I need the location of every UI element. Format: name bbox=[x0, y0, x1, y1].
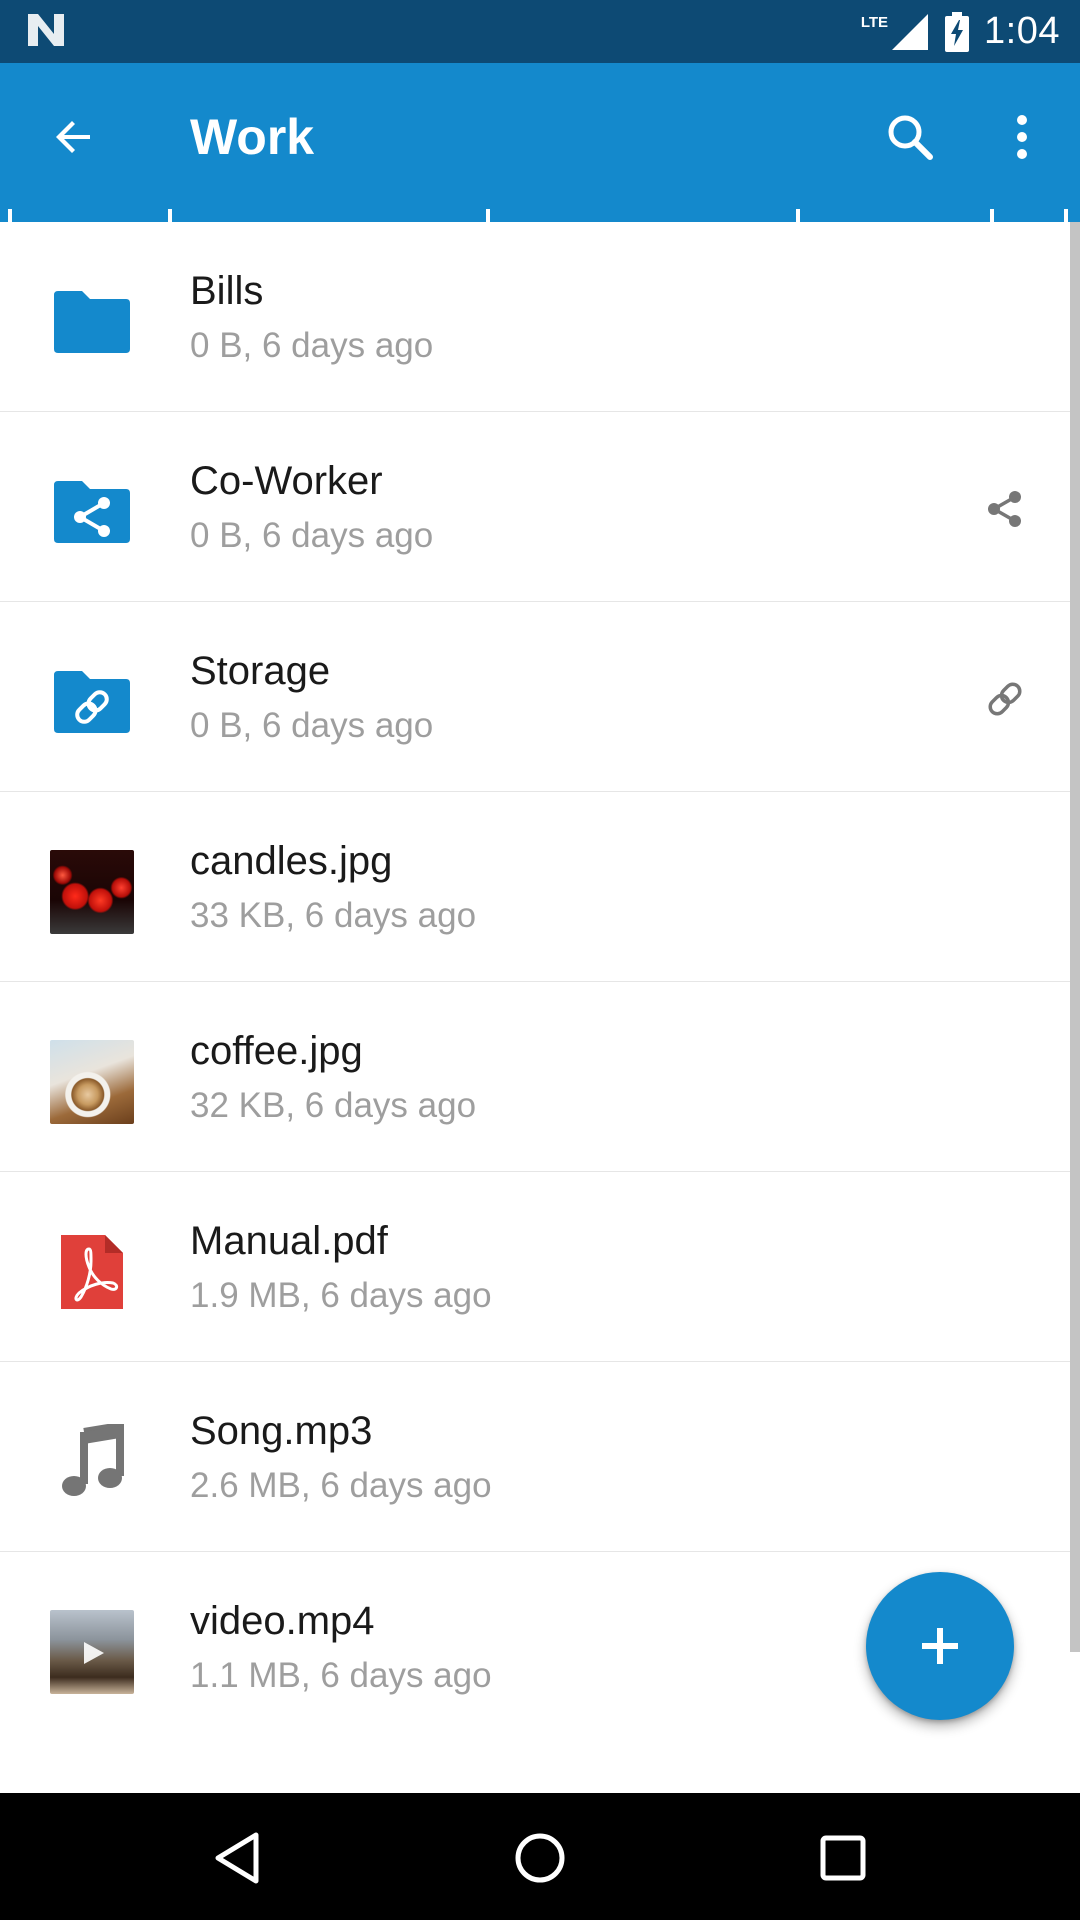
search-button[interactable] bbox=[880, 107, 940, 167]
list-item[interactable]: candles.jpg 33 KB, 6 days ago bbox=[0, 792, 1070, 982]
share-icon bbox=[988, 491, 1021, 527]
plus-icon bbox=[922, 1628, 958, 1664]
file-meta: 32 KB, 6 days ago bbox=[190, 1086, 477, 1125]
pdf-icon bbox=[50, 1230, 134, 1314]
file-name: video.mp4 bbox=[190, 1599, 375, 1643]
file-name: Song.mp3 bbox=[190, 1409, 373, 1453]
app-bar-tick bbox=[1064, 209, 1068, 222]
more-options-button[interactable] bbox=[1000, 107, 1044, 167]
video-thumbnail bbox=[50, 1610, 134, 1694]
list-item[interactable]: coffee.jpg 32 KB, 6 days ago bbox=[0, 982, 1070, 1172]
back-button[interactable] bbox=[44, 107, 104, 167]
screen: LTE 1:04 Work Bills 0 B, 6 days ago Co-W… bbox=[0, 0, 1080, 1920]
scrollbar[interactable] bbox=[1070, 222, 1080, 1652]
nav-home-button[interactable] bbox=[505, 1823, 575, 1893]
file-name: candles.jpg bbox=[190, 839, 393, 883]
file-meta: 0 B, 6 days ago bbox=[190, 326, 434, 365]
list-item[interactable]: Storage 0 B, 6 days ago bbox=[0, 602, 1070, 792]
file-meta: 0 B, 6 days ago bbox=[190, 516, 434, 555]
play-icon bbox=[84, 1642, 104, 1664]
status-time: 1:04 bbox=[984, 10, 1060, 52]
file-meta: 1.1 MB, 6 days ago bbox=[190, 1656, 492, 1695]
list-item[interactable]: Song.mp3 2.6 MB, 6 days ago bbox=[0, 1362, 1070, 1552]
network-type-label: LTE bbox=[860, 14, 889, 31]
file-meta: 1.9 MB, 6 days ago bbox=[190, 1276, 492, 1315]
file-name: Bills bbox=[190, 269, 264, 313]
arrow-back-icon bbox=[56, 121, 90, 153]
search-icon bbox=[888, 115, 933, 160]
file-name: Storage bbox=[190, 649, 331, 693]
link-icon bbox=[988, 682, 1022, 716]
app-bar-tick bbox=[990, 209, 994, 222]
file-meta: 33 KB, 6 days ago bbox=[190, 896, 477, 935]
status-bar: LTE 1:04 bbox=[0, 0, 1080, 63]
list-item[interactable]: Bills 0 B, 6 days ago bbox=[0, 222, 1070, 412]
link-button[interactable] bbox=[978, 672, 1032, 726]
page-title: Work bbox=[190, 109, 315, 165]
nav-back-button[interactable] bbox=[202, 1823, 272, 1893]
music-note-icon bbox=[50, 1420, 134, 1504]
list-item[interactable]: Manual.pdf 1.9 MB, 6 days ago bbox=[0, 1172, 1070, 1362]
file-meta: 0 B, 6 days ago bbox=[190, 706, 434, 745]
file-meta: 2.6 MB, 6 days ago bbox=[190, 1466, 492, 1505]
navigation-bar bbox=[0, 1793, 1080, 1920]
signal-icon bbox=[892, 13, 929, 50]
app-bar-tick bbox=[168, 209, 172, 222]
app-bar: Work bbox=[0, 63, 1080, 222]
linked-folder-icon bbox=[50, 660, 134, 744]
candles-thumbnail bbox=[50, 850, 134, 934]
nav-back-icon bbox=[215, 1832, 259, 1884]
file-name: coffee.jpg bbox=[190, 1029, 363, 1073]
list-item[interactable]: Co-Worker 0 B, 6 days ago bbox=[0, 412, 1070, 602]
file-name: Co-Worker bbox=[190, 459, 383, 503]
file-name: Manual.pdf bbox=[190, 1219, 388, 1263]
nav-recents-icon bbox=[820, 1835, 866, 1881]
folder-icon bbox=[50, 280, 134, 364]
notification-n-icon bbox=[28, 14, 64, 46]
add-button[interactable] bbox=[866, 1572, 1014, 1720]
coffee-thumbnail bbox=[50, 1040, 134, 1124]
battery-charging-icon bbox=[945, 11, 970, 52]
app-bar-tick bbox=[796, 209, 800, 222]
app-bar-tick bbox=[8, 209, 12, 222]
file-list: Bills 0 B, 6 days ago Co-Worker 0 B, 6 d… bbox=[0, 222, 1070, 1741]
shared-folder-icon bbox=[50, 470, 134, 554]
nav-home-icon bbox=[515, 1833, 565, 1883]
app-bar-tick bbox=[486, 209, 490, 222]
nav-recents-button[interactable] bbox=[808, 1823, 878, 1893]
more-vert-icon bbox=[1017, 115, 1027, 159]
share-button[interactable] bbox=[978, 482, 1032, 536]
